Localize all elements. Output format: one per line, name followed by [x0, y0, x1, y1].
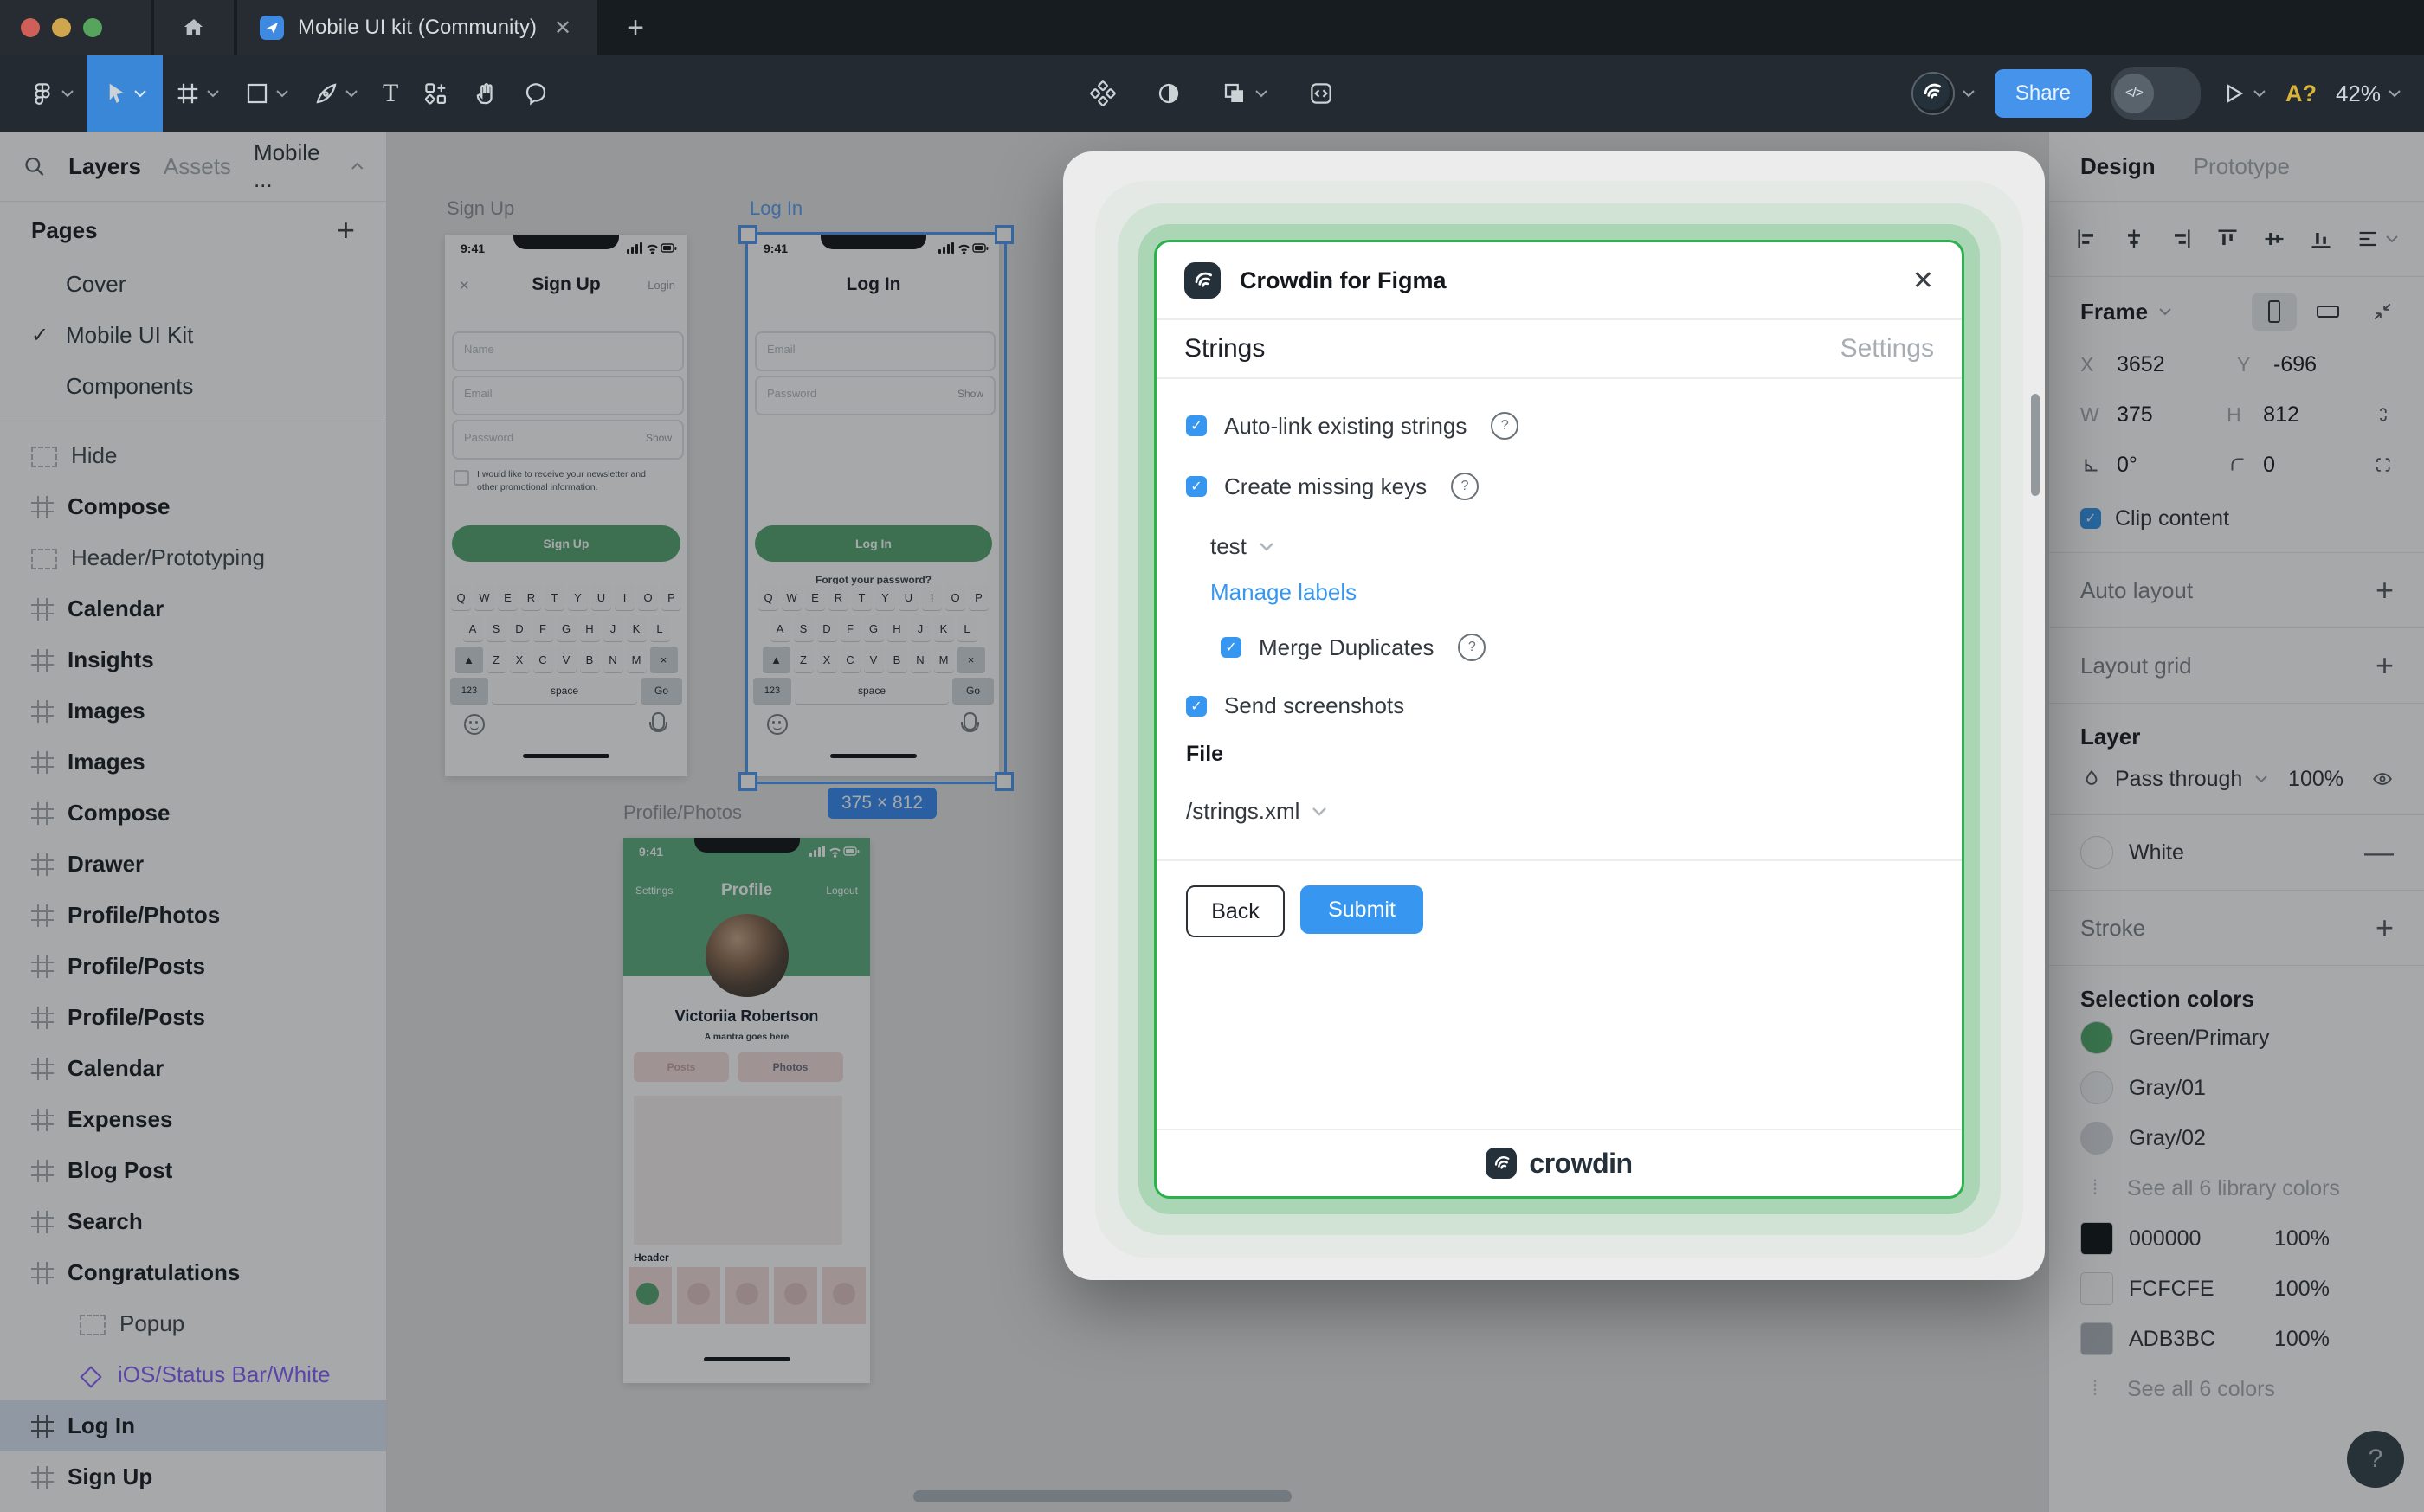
window-titlebar: Mobile UI kit (Community) ✕ +: [0, 0, 2424, 55]
tab-strings[interactable]: Strings: [1184, 334, 1265, 364]
file-tab-icon: [260, 16, 284, 40]
crowdin-plugin-modal: Crowdin for Figma ✕ Strings Settings ✓ A…: [1154, 240, 1964, 1199]
frame-icon: [177, 83, 198, 104]
shape-tool[interactable]: [232, 55, 301, 132]
move-tool[interactable]: [87, 55, 163, 132]
manage-labels-link[interactable]: Manage labels: [1210, 579, 1357, 606]
chevron-down-icon: [1260, 543, 1273, 551]
traffic-lights[interactable]: [0, 0, 151, 55]
maximize-window-icon[interactable]: [83, 18, 102, 37]
create-keys-checkbox[interactable]: ✓ Create missing keys ?: [1186, 473, 1480, 500]
home-button[interactable]: [154, 0, 234, 55]
plugin-window: Crowdin for Figma ✕ Strings Settings ✓ A…: [1063, 151, 2045, 1280]
submit-button[interactable]: Submit: [1300, 885, 1423, 934]
crowdin-logo-icon: [1486, 1148, 1518, 1179]
help-icon[interactable]: ?: [1451, 473, 1480, 500]
pen-icon: [316, 83, 337, 104]
checkbox-checked-icon: ✓: [1186, 476, 1207, 497]
label-select[interactable]: test: [1210, 533, 1274, 560]
boolean-ops-icon: [1224, 83, 1243, 102]
chevron-down-icon: [276, 90, 288, 98]
figma-menu-icon: [35, 83, 50, 105]
checkbox-checked-icon: ✓: [1221, 637, 1241, 658]
current-user-menu[interactable]: [1911, 72, 1976, 115]
text-tool[interactable]: T: [371, 55, 410, 132]
tab-settings[interactable]: Settings: [1841, 334, 1934, 364]
text-tool-icon: T: [383, 79, 399, 107]
auto-link-checkbox[interactable]: ✓ Auto-link existing strings ?: [1186, 412, 1519, 440]
new-tab-button[interactable]: +: [627, 0, 644, 55]
crowdin-wordmark: crowdin: [1529, 1147, 1633, 1179]
chevron-down-icon: [2253, 90, 2266, 98]
cursor-icon: [109, 83, 124, 103]
main-toolbar: T Share </> A? 42%: [0, 55, 2424, 132]
dev-mode-toggle[interactable]: </>: [2110, 67, 2201, 120]
zoom-menu[interactable]: 42%: [2336, 80, 2401, 107]
help-icon[interactable]: ?: [1491, 412, 1519, 440]
merge-duplicates-checkbox[interactable]: ✓ Merge Duplicates ?: [1221, 634, 1486, 661]
file-label: File: [1186, 742, 1224, 766]
back-button[interactable]: Back: [1186, 885, 1285, 937]
frame-tool[interactable]: [163, 55, 232, 132]
plugin-scrollbar[interactable]: [2031, 394, 2040, 496]
present-button[interactable]: [2220, 80, 2266, 106]
chevron-down-icon: [1255, 90, 1267, 98]
checkbox-checked-icon: ✓: [1186, 415, 1207, 436]
file-tab[interactable]: Mobile UI kit (Community) ✕: [237, 0, 598, 55]
dev-mode-icon: </>: [2113, 74, 2154, 113]
home-icon: [184, 19, 203, 35]
hand-icon: [477, 83, 493, 105]
resources-tool[interactable]: [410, 55, 461, 132]
zoom-level: 42%: [2335, 80, 2381, 106]
boolean-ops-button[interactable]: [1222, 80, 1268, 106]
file-select[interactable]: /strings.xml: [1186, 798, 1327, 825]
send-screenshots-checkbox[interactable]: ✓ Send screenshots: [1186, 692, 1404, 719]
close-icon[interactable]: ✕: [1912, 266, 1934, 296]
hand-tool[interactable]: [461, 55, 511, 132]
close-window-icon[interactable]: [21, 18, 40, 37]
chevron-down-icon: [1963, 90, 1975, 98]
file-tab-title: Mobile UI kit (Community): [298, 16, 538, 39]
mask-icon[interactable]: [1156, 80, 1182, 106]
dev-resources-icon[interactable]: [1308, 80, 1334, 106]
checkbox-checked-icon: ✓: [1186, 695, 1207, 717]
widgets-icon[interactable]: [1090, 80, 1116, 106]
chevron-down-icon: [134, 90, 146, 98]
plugin-title: Crowdin for Figma: [1240, 267, 1447, 293]
play-icon: [2227, 84, 2244, 103]
comment-tool[interactable]: [511, 55, 561, 132]
crowdin-app-icon: [1184, 262, 1221, 299]
help-icon[interactable]: ?: [1458, 634, 1486, 661]
comment-icon: [526, 83, 546, 106]
divider: [1157, 859, 1962, 861]
minimize-window-icon[interactable]: [52, 18, 71, 37]
resources-icon: [425, 83, 447, 105]
rectangle-icon: [247, 83, 268, 104]
chevron-down-icon: [2389, 90, 2401, 98]
font-warning-badge[interactable]: A?: [2285, 80, 2317, 107]
chevron-down-icon: [345, 90, 358, 98]
close-tab-icon[interactable]: ✕: [551, 16, 575, 41]
avatar: [1911, 72, 1955, 115]
chevron-down-icon: [1312, 807, 1327, 816]
pen-tool[interactable]: [301, 55, 371, 132]
chevron-down-icon: [207, 90, 219, 98]
share-button[interactable]: Share: [1994, 69, 2092, 118]
figma-menu-button[interactable]: [17, 55, 87, 132]
chevron-down-icon: [61, 90, 74, 98]
